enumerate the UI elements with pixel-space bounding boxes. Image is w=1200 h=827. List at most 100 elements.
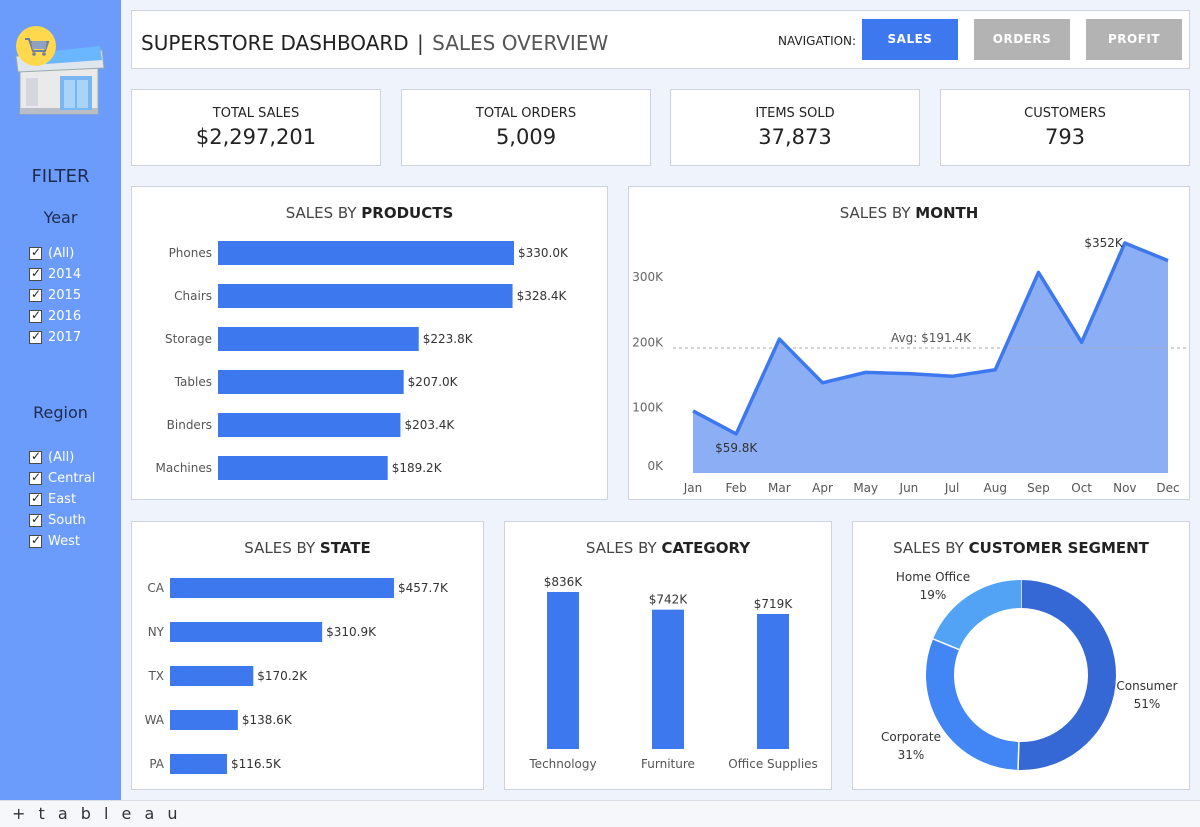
x-tick-label: May — [853, 481, 878, 495]
x-tick-label: Dec — [1156, 481, 1179, 495]
kpi-label: ITEMS SOLD — [755, 106, 835, 121]
bar-value-label: $203.4K — [404, 418, 455, 432]
y-tick-label: 300K — [632, 270, 664, 284]
kpi-value: 793 — [1044, 125, 1086, 149]
x-tick-label: Apr — [812, 481, 833, 495]
column-bar — [652, 609, 684, 749]
column-value-label: $719K — [754, 597, 794, 611]
y-tick-label: 100K — [632, 401, 664, 415]
checkbox-checked-icon[interactable] — [29, 470, 42, 485]
bar-category-label: Chairs — [174, 289, 212, 303]
page-subtitle: SALES OVERVIEW — [432, 31, 609, 55]
x-tick-label: Jan — [683, 481, 703, 495]
slice-category-label: Home Office — [896, 570, 970, 584]
bar — [170, 754, 228, 774]
x-tick-label: Nov — [1113, 481, 1136, 495]
bar-value-label: $116.5K — [231, 757, 282, 771]
slice-category-label: Corporate — [881, 730, 941, 744]
bar — [170, 578, 394, 598]
x-tick-label: Feb — [726, 481, 747, 495]
region-filter-list: (All) Central East South West — [29, 447, 95, 552]
bar-value-label: $457.7K — [398, 581, 449, 595]
year-option-2014[interactable]: 2014 — [29, 264, 81, 285]
slice-percent-label: 31% — [898, 748, 925, 762]
year-option-2016[interactable]: 2016 — [29, 306, 81, 327]
kpi-value: 37,873 — [758, 125, 832, 149]
bar-category-label: PA — [149, 757, 164, 771]
min-value-label: $59.8K — [715, 441, 758, 455]
bar — [218, 456, 388, 480]
region-option-south[interactable]: South — [29, 510, 95, 531]
region-option-label: Central — [48, 471, 96, 486]
bar — [218, 284, 513, 308]
year-option-all[interactable]: (All) — [29, 243, 81, 264]
donut-slice — [933, 580, 1022, 651]
x-tick-label: Aug — [984, 481, 1007, 495]
checkbox-checked-icon[interactable] — [29, 266, 42, 281]
state-bar-chart: CA $457.7K NY $310.9K TX $170.2K WA $138.6K PA $1… — [145, 578, 449, 774]
bar-category-label: NY — [148, 625, 165, 639]
checkbox-checked-icon[interactable] — [29, 287, 42, 302]
bar-value-label: $189.2K — [392, 461, 443, 475]
bar-value-label: $330.0K — [518, 246, 569, 260]
region-option-all[interactable]: (All) — [29, 447, 95, 468]
year-filter-list: (All) 2014 2015 2016 2017 — [29, 243, 81, 348]
column-category-label: Furniture — [641, 757, 695, 771]
checkbox-checked-icon[interactable] — [29, 512, 42, 527]
bar-value-label: $170.2K — [257, 669, 308, 683]
column-category-label: Office Supplies — [728, 757, 818, 771]
kpi-label: CUSTOMERS — [1024, 106, 1106, 121]
region-option-west[interactable]: West — [29, 531, 95, 552]
y-tick-label: 200K — [632, 335, 664, 349]
y-tick-label: 0K — [647, 459, 664, 473]
bar — [170, 622, 323, 642]
store-logo — [15, 26, 105, 115]
average-label: Avg: $191.4K — [891, 331, 972, 345]
year-option-label: 2014 — [48, 267, 82, 282]
checkbox-checked-icon[interactable] — [29, 329, 42, 344]
bar-category-label: Tables — [174, 375, 212, 389]
bar-category-label: TX — [147, 669, 164, 683]
segment-chart-panel: SALES BY CUSTOMER SEGMENT Consumer 51% Cor… — [852, 521, 1190, 790]
bar-category-label: Storage — [165, 332, 212, 346]
products-chart-panel: SALES BY PRODUCTS Phones $330.0K Chairs $32… — [131, 186, 608, 500]
column-value-label: $742K — [649, 593, 689, 607]
profit-nav-button[interactable]: PROFIT — [1086, 19, 1182, 60]
year-option-label: 2016 — [48, 309, 82, 324]
orders-nav-button[interactable]: ORDERS — [974, 19, 1070, 60]
column-bar — [547, 592, 579, 749]
bar — [218, 413, 401, 437]
kpi-label: TOTAL SALES — [212, 106, 300, 121]
area-fill — [693, 243, 1168, 473]
donut-slice — [926, 638, 1020, 770]
filter-title: FILTER — [31, 166, 90, 187]
column-bar — [757, 613, 789, 749]
segment-donut-chart: Consumer 51% Corporate 31% Home Office 19% — [881, 570, 1178, 770]
region-option-central[interactable]: Central — [29, 468, 95, 489]
bar-value-label: $223.8K — [423, 332, 474, 346]
products-bar-chart: Phones $330.0K Chairs $328.4K Storage $223.8K… — [156, 241, 569, 480]
column-category-label: Technology — [528, 757, 596, 771]
bar-value-label: $328.4K — [517, 289, 568, 303]
sales-nav-button[interactable]: SALES — [862, 19, 958, 60]
checkbox-checked-icon[interactable] — [29, 308, 42, 323]
title-separator: | — [417, 31, 424, 55]
checkbox-checked-icon[interactable] — [29, 533, 42, 548]
x-tick-label: Mar — [768, 481, 791, 495]
year-option-2015[interactable]: 2015 — [29, 285, 81, 306]
month-chart-panel: SALES BY MONTH 0K 100K 200K 300K Avg: $191.4… — [628, 186, 1190, 500]
bar-category-label: Phones — [169, 246, 212, 260]
page-title: SUPERSTORE DASHBOARD | SALES OVERVIEW — [141, 31, 608, 55]
region-option-east[interactable]: East — [29, 489, 95, 510]
dashboard-title: SUPERSTORE DASHBOARD — [141, 31, 409, 55]
checkbox-checked-icon[interactable] — [29, 491, 42, 506]
year-option-2017[interactable]: 2017 — [29, 327, 81, 348]
year-option-label: (All) — [48, 246, 75, 261]
checkbox-checked-icon[interactable] — [29, 245, 42, 260]
x-tick-label: Jun — [899, 481, 919, 495]
checkbox-checked-icon[interactable] — [29, 449, 42, 464]
year-filter-title: Year — [43, 208, 78, 227]
region-option-label: South — [48, 513, 86, 528]
tableau-logo[interactable]: + t a b l e a u — [12, 804, 181, 823]
max-value-label: $352K — [1084, 236, 1124, 250]
